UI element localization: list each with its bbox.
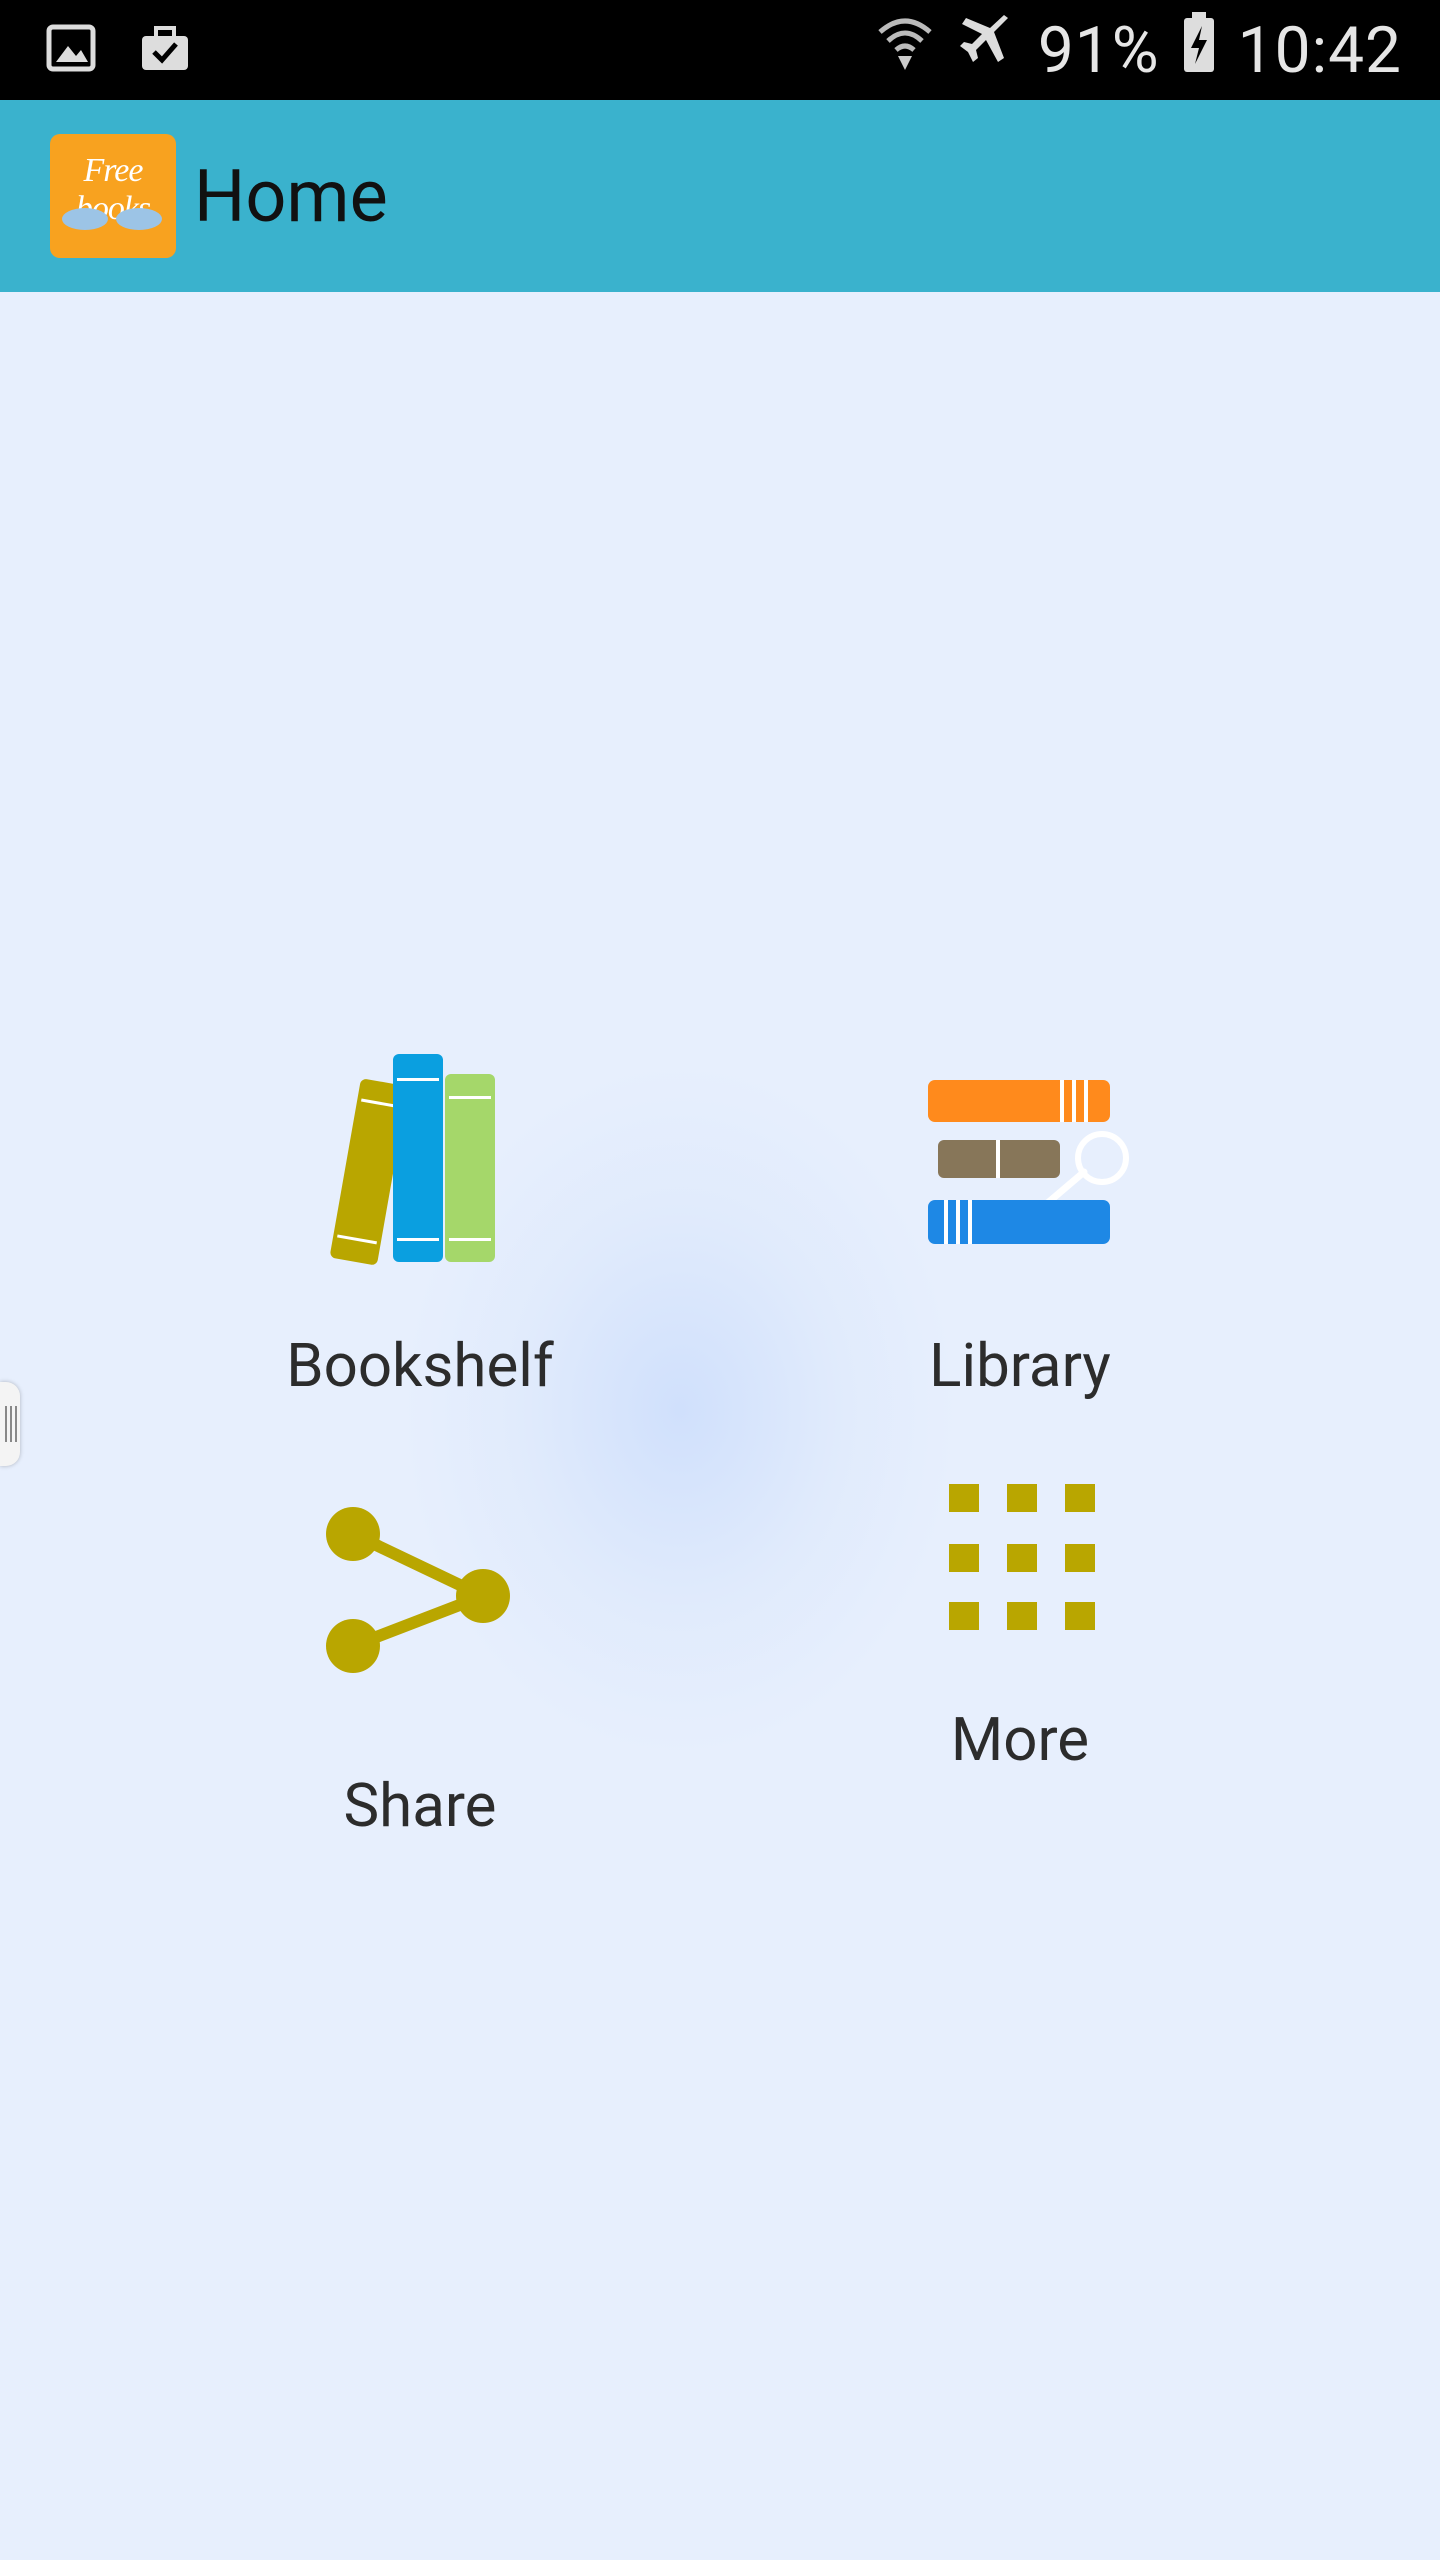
clock: 10:42 — [1237, 12, 1402, 88]
share-button[interactable]: Share — [260, 1480, 580, 1850]
glasses-right-lens — [116, 208, 162, 230]
more-label: More — [950, 1704, 1090, 1775]
status-bar-notifications — [46, 22, 192, 78]
share-label: Share — [343, 1770, 497, 1841]
library-label: Library — [929, 1330, 1111, 1401]
library-search-icon — [924, 1076, 1144, 1260]
wifi-icon — [876, 12, 934, 88]
status-bar: 91% 10:42 — [0, 0, 1440, 100]
more-grid-icon — [946, 1482, 1096, 1638]
bookshelf-button[interactable]: Bookshelf — [260, 1040, 580, 1410]
edge-panel-handle[interactable] — [0, 1382, 20, 1466]
glasses-left-lens — [62, 208, 108, 230]
battery-percentage: 91% — [1037, 12, 1160, 88]
bookshelf-icon — [315, 1052, 515, 1276]
app-logo[interactable]: Free books — [50, 134, 176, 258]
page-title: Home — [194, 154, 388, 239]
library-button[interactable]: Library — [860, 1040, 1180, 1410]
airplane-icon — [956, 12, 1016, 88]
image-icon — [46, 22, 96, 78]
battery-charging-icon — [1182, 10, 1216, 90]
more-button[interactable]: More — [860, 1460, 1180, 1800]
briefcase-check-icon — [138, 22, 192, 78]
status-bar-system: 91% 10:42 — [876, 12, 1402, 88]
share-icon — [320, 1500, 520, 1704]
bookshelf-label: Bookshelf — [286, 1330, 554, 1401]
app-bar: Free books Home — [0, 100, 1440, 292]
